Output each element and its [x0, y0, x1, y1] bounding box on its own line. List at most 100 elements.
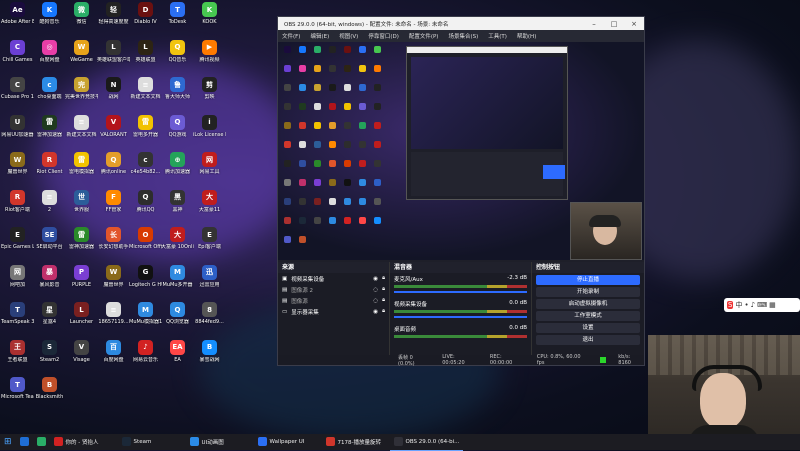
lock-icon[interactable]: 🔒︎: [382, 275, 385, 282]
desktop-icon[interactable]: L 英雄联盟: [129, 39, 162, 77]
lock-icon[interactable]: 🔒︎: [382, 308, 385, 315]
desktop-icon[interactable]: 黑黑神: [161, 189, 194, 227]
desktop-icon[interactable]: W 魔兽世界: [97, 264, 130, 302]
desktop-icon[interactable]: L 英雄联盟客户端: [97, 39, 130, 77]
desktop-icon[interactable]: E Epi客户端: [193, 227, 226, 264]
desktop-icon[interactable]: Q QQ浏览器: [161, 302, 194, 339]
taskbar-app[interactable]: [16, 434, 33, 450]
desktop-icon[interactable]: ♪ 网易云音乐: [129, 339, 162, 377]
menu-edit[interactable]: 编辑(E): [310, 32, 329, 40]
desktop-icon[interactable]: 雷雷神加速器: [65, 227, 98, 264]
desktop-icon[interactable]: T ToDesk: [161, 2, 194, 39]
keyboard-icon[interactable]: ⌨: [757, 301, 767, 309]
desktop-icon[interactable]: P PURPLE: [65, 264, 98, 302]
desktop-icon[interactable]: K KOOK: [193, 2, 226, 39]
desktop-icon[interactable]: 雷雷电多开器: [129, 114, 162, 152]
desktop-icon[interactable]: V VALORANT: [97, 114, 130, 152]
desktop-icon[interactable]: Q QQ游戏: [161, 114, 194, 152]
desktop-icon[interactable]: T TeamSpeak 3: [1, 302, 34, 339]
desktop-icon[interactable]: Q QQ音乐: [161, 39, 194, 77]
source-item[interactable]: ▤ 图像源 2 ◌ 🔒︎: [278, 284, 389, 295]
close-icon[interactable]: ×: [624, 20, 644, 28]
source-item[interactable]: ▭ 显示器采集 ◉ 🔒︎: [278, 306, 389, 317]
desktop-icon[interactable]: U 网易UU加速器: [1, 114, 34, 152]
start-recording-button[interactable]: 开始录制: [536, 287, 640, 297]
desktop-icon[interactable]: C Chill Games: [1, 39, 34, 77]
taskbar-app[interactable]: UI动画图: [186, 434, 254, 450]
menu-scene-collection[interactable]: 场景集合(S): [448, 32, 478, 40]
taskbar-app[interactable]: Steam: [118, 434, 186, 450]
volume-slider[interactable]: [394, 316, 527, 318]
eye-icon[interactable]: ◉: [373, 309, 378, 315]
desktop-icon[interactable]: O Microsoft Office 家...: [129, 227, 162, 264]
eye-icon[interactable]: ◉: [373, 276, 378, 282]
menu-docks[interactable]: 停靠窗口(D): [368, 32, 399, 40]
menu-tools[interactable]: 工具(T): [488, 32, 507, 40]
menu-file[interactable]: 文件(F): [282, 32, 300, 40]
eye-icon[interactable]: ◌: [373, 298, 378, 304]
desktop-icon[interactable]: 王王者联盟: [1, 339, 34, 377]
ime-toolbar[interactable]: S 中 • ♪ ⌨ ▦: [724, 298, 800, 312]
desktop-icon[interactable]: 微微信: [65, 2, 98, 39]
desktop-icon[interactable]: F FF管家: [97, 189, 130, 227]
desktop-icon[interactable]: 雷雷神加速器: [33, 114, 66, 152]
studio-mode-button[interactable]: 工作室模式: [536, 311, 640, 321]
desktop-icon[interactable]: B 暴雪战网: [193, 339, 226, 377]
desktop-icon[interactable]: E Epic Games Launcher: [1, 227, 34, 264]
taskbar-app[interactable]: [33, 434, 50, 450]
desktop-icon[interactable]: SE SE启动平台: [33, 227, 66, 264]
desktop-icon[interactable]: 剪剪映: [193, 77, 226, 114]
desktop-icon[interactable]: M MuMu多开器: [161, 264, 194, 302]
desktop-icon[interactable]: ≡ 新建文本文档: [65, 114, 98, 152]
lock-icon[interactable]: 🔒︎: [382, 297, 385, 304]
desktop-icon[interactable]: S Steam2: [33, 339, 66, 377]
obs-titlebar[interactable]: OBS 29.0.0 (64-bit, windows) - 配置文件: 未命名…: [278, 17, 644, 30]
desktop-icon[interactable]: R Riot客户端: [1, 189, 34, 227]
desktop-icon[interactable]: Ae Adobe After Effects 表...: [1, 2, 34, 39]
desktop-icon[interactable]: 暴暴风影音: [33, 264, 66, 302]
desktop-icon[interactable]: 鲁鲁大师大师: [161, 77, 194, 114]
obs-window[interactable]: OBS 29.0.0 (64-bit, windows) - 配置文件: 未命名…: [277, 16, 645, 367]
desktop-icon[interactable]: Q 腾讯QQ: [129, 189, 162, 227]
taskbar-app[interactable]: Wallpaper UI: [254, 434, 322, 450]
taskbar-app[interactable]: 7178-播放量旋转: [322, 434, 390, 450]
microphone-icon[interactable]: ♪: [751, 301, 755, 309]
desktop-icon[interactable]: c c4e54b82...: [129, 152, 162, 189]
desktop-icon[interactable]: 大大富豪11: [193, 189, 226, 227]
desktop-icon[interactable]: ◎ 百度网盘: [33, 39, 66, 77]
desktop-icon[interactable]: K 酷狗音乐: [33, 2, 66, 39]
menu-help[interactable]: 帮助(H): [517, 32, 536, 40]
menu-profile[interactable]: 配置文件(P): [409, 32, 439, 40]
lock-icon[interactable]: 🔒︎: [382, 286, 385, 293]
desktop-icon[interactable]: C Cubase Pro 12: [1, 77, 34, 114]
desktop-icon[interactable]: 完完美世界竞技平台: [65, 77, 98, 114]
ime-mode[interactable]: 中: [735, 300, 742, 310]
desktop-icon[interactable]: 星星露4: [33, 302, 66, 339]
taskbar-app[interactable]: 你的 - 贤抬人: [50, 434, 118, 450]
minimize-icon[interactable]: –: [584, 20, 604, 28]
desktop-icon[interactable]: 8 8844fed9...: [193, 302, 226, 339]
desktop-icon[interactable]: c cho桌面端: [33, 77, 66, 114]
source-item[interactable]: ▤ 图像源 ◌ 🔒︎: [278, 295, 389, 306]
desktop-icon[interactable]: GLogitech G HUB: [129, 264, 162, 302]
ime-punct-icon[interactable]: •: [744, 301, 748, 309]
obs-preview-canvas[interactable]: [278, 42, 644, 260]
desktop-icon[interactable]: N 战网: [97, 77, 130, 114]
desktop-icon[interactable]: 雷雷电模拟器: [65, 152, 98, 189]
desktop-icon[interactable]: W WeGame: [65, 39, 98, 77]
skin-icon[interactable]: ▦: [769, 301, 776, 309]
taskbar-app[interactable]: OBS 29.0.0 (64-bi...: [389, 434, 464, 451]
start-button[interactable]: ⊞: [0, 434, 16, 450]
desktop-icon[interactable]: 网网吧加: [1, 264, 34, 302]
desktop-icon[interactable]: 百百度网盘: [97, 339, 130, 377]
desktop-icon[interactable]: EA EA: [161, 339, 194, 377]
desktop-icon[interactable]: T Microsoft Teams: [1, 377, 34, 414]
desktop-icon[interactable]: W 魔兽世界: [1, 152, 34, 189]
source-item[interactable]: ▣ 视频采集设备 ◉ 🔒︎: [278, 273, 389, 284]
desktop-icon[interactable]: 长长安幻想助手: [97, 227, 130, 264]
desktop-icon[interactable]: 网网易工具: [193, 152, 226, 189]
maximize-icon[interactable]: □: [604, 20, 624, 28]
desktop-icon[interactable]: B Blacksmith: [33, 377, 66, 414]
desktop-icon[interactable]: 世世界服: [65, 189, 98, 227]
desktop-icon[interactable]: ⊕ 腾讯加速器: [161, 152, 194, 189]
